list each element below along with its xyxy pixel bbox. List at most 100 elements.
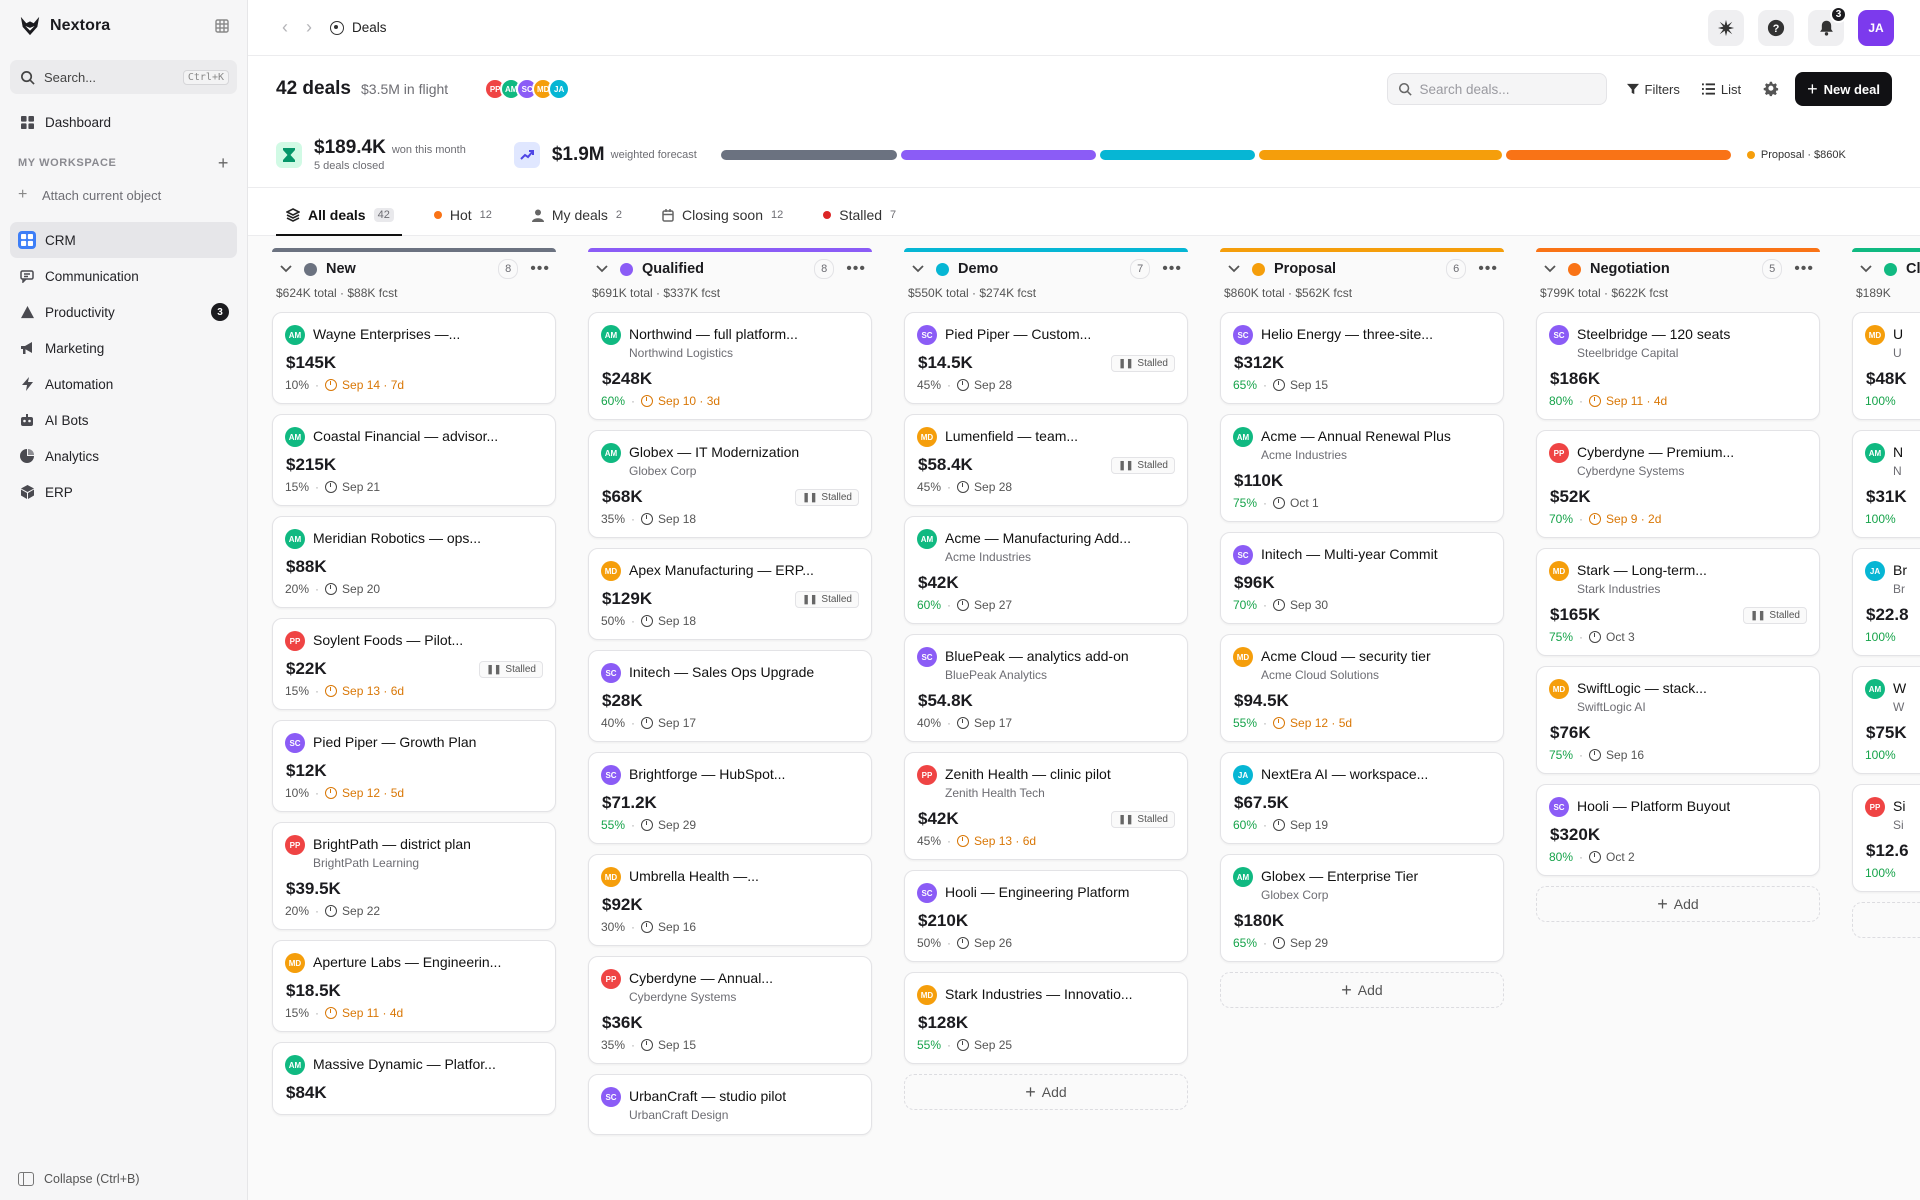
tab-closing-soon[interactable]: Closing soon 12 — [652, 195, 791, 235]
sidebar-item-crm[interactable]: CRM — [10, 222, 237, 258]
help-button[interactable]: ? — [1758, 9, 1794, 46]
chevron-down-icon[interactable] — [280, 265, 292, 273]
add-workspace-icon[interactable]: + — [218, 153, 229, 174]
tab-all-deals[interactable]: All deals 42 — [276, 195, 402, 236]
deal-card[interactable]: AM Meridian Robotics — ops... $88K 20% · Sep … — [272, 516, 556, 608]
more-icon[interactable]: ••• — [1162, 260, 1182, 278]
deal-amount: $129K — [602, 589, 653, 608]
deal-card[interactable]: SC Hooli — Platform Buyout $320K 80% · Oct 2 — [1536, 784, 1820, 876]
deal-card[interactable]: AM Wayne Enterprises —... $145K 10% · Sep 14 … — [272, 312, 556, 404]
tab-my-deals[interactable]: My deals 2 — [522, 195, 630, 235]
deal-card[interactable]: AM Massive Dynamic — Platfor... $84K — [272, 1042, 556, 1115]
deal-amount: $76K — [1550, 723, 1591, 742]
attach-current-object[interactable]: + Attach current object — [0, 180, 247, 210]
deal-card[interactable]: AM Coastal Financial — advisor... $215K 15%… — [272, 414, 556, 506]
apps-grid-icon[interactable] — [211, 15, 233, 37]
owner-avatar: AM — [1233, 427, 1253, 447]
deal-card[interactable]: MD SwiftLogic — stack... SwiftLogic AI $76K… — [1536, 666, 1820, 774]
deal-card[interactable]: MD Apex Manufacturing — ERP... $129K ❚❚ Stal… — [588, 548, 872, 640]
deal-card[interactable]: SC Pied Piper — Growth Plan $12K 10% · Sep 12… — [272, 720, 556, 812]
more-icon[interactable]: ••• — [530, 260, 550, 278]
deal-card[interactable]: PP BrightPath — district plan BrightPath L… — [272, 822, 556, 930]
pipeline-segment-new[interactable] — [720, 149, 897, 160]
add-deal-button[interactable]: + Add — [1536, 886, 1820, 922]
more-icon[interactable]: ••• — [846, 260, 866, 278]
chevron-down-icon[interactable] — [1860, 265, 1872, 273]
view-toggle-button[interactable]: List — [1701, 82, 1741, 97]
deal-card[interactable]: AM Globex — Enterprise Tier Globex Corp $18… — [1220, 854, 1504, 962]
amount-row: $320K — [1549, 825, 1807, 845]
filters-button[interactable]: Filters — [1626, 82, 1680, 97]
chevron-down-icon[interactable] — [1544, 265, 1556, 273]
notifications-button[interactable]: 3 — [1808, 5, 1847, 46]
add-deal-button[interactable]: + — [1852, 902, 1920, 938]
owner-avatar: SC — [917, 325, 937, 345]
deal-card[interactable]: PP Soylent Foods — Pilot... $22K ❚❚ Stalled 1… — [272, 618, 556, 710]
new-deal-button[interactable]: + New deal — [1795, 72, 1892, 106]
pipeline-bar[interactable] — [720, 149, 1731, 160]
deal-card[interactable]: PP Si Si $12.6 100% — [1852, 784, 1920, 892]
deal-card[interactable]: PP Cyberdyne — Annual... Cyberdyne Systems… — [588, 956, 872, 1064]
sidebar-item-marketing[interactable]: Marketing — [10, 330, 237, 366]
tab-hot[interactable]: Hot 12 — [424, 195, 500, 235]
more-icon[interactable]: ••• — [1478, 260, 1498, 278]
deal-card[interactable]: SC Steelbridge — 120 seats Steelbridge Cap… — [1536, 312, 1820, 420]
sidebar-item-ai-bots[interactable]: AI Bots — [10, 402, 237, 438]
team-avatars[interactable]: PP AM SC MD JA — [484, 78, 571, 100]
sidebar-item-dashboard[interactable]: Dashboard — [10, 104, 237, 140]
deal-card[interactable]: MD U U $48K 100% — [1852, 312, 1920, 420]
deal-card[interactable]: AM W W $75K 100% — [1852, 666, 1920, 774]
ai-sparkle-button[interactable] — [1708, 9, 1744, 46]
add-deal-button[interactable]: + Add — [904, 1074, 1188, 1110]
avatar[interactable]: JA — [548, 78, 571, 100]
deal-card[interactable]: MD Acme Cloud — security tier Acme Cloud S… — [1220, 634, 1504, 742]
deal-card[interactable]: MD Lumenfield — team... $58.4K ❚❚ Stalled 45%… — [904, 414, 1188, 506]
list-icon — [1701, 83, 1715, 95]
pipeline-segment-qualified[interactable] — [900, 149, 1096, 160]
deal-card[interactable]: AM Northwind — full platform... Northwind … — [588, 312, 872, 420]
add-deal-button[interactable]: + Add — [1220, 972, 1504, 1008]
more-icon[interactable]: ••• — [1794, 260, 1814, 278]
chevron-down-icon[interactable] — [1228, 265, 1240, 273]
deal-card[interactable]: MD Aperture Labs — Engineerin... $18.5K 15%… — [272, 940, 556, 1032]
gear-icon[interactable] — [1763, 81, 1779, 97]
deal-card[interactable]: AM Globex — IT Modernization Globex Corp $6… — [588, 430, 872, 538]
pipeline-segment-demo[interactable] — [1099, 149, 1255, 160]
deal-card[interactable]: SC Hooli — Engineering Platform $210K 50% · S… — [904, 870, 1188, 962]
deal-card[interactable]: MD Stark Industries — Innovatio... $128K 55… — [904, 972, 1188, 1064]
sidebar-item-productivity[interactable]: Productivity 3 — [10, 294, 237, 330]
forward-arrow-icon[interactable]: › — [306, 17, 312, 38]
user-avatar-button[interactable]: JA — [1858, 9, 1894, 46]
deal-card[interactable]: SC Initech — Multi-year Commit $96K 70% · Sep… — [1220, 532, 1504, 624]
sidebar-item-erp[interactable]: ERP — [10, 474, 237, 510]
deal-card[interactable]: MD Umbrella Health —... $92K 30% · Sep 16 — [588, 854, 872, 946]
chevron-down-icon[interactable] — [912, 265, 924, 273]
deal-card[interactable]: SC Brightforge — HubSpot... $71.2K 55% · Sep … — [588, 752, 872, 844]
deal-card[interactable]: JA NextEra AI — workspace... $67.5K 60% · Sep… — [1220, 752, 1504, 844]
deal-card[interactable]: SC UrbanCraft — studio pilot UrbanCraft De… — [588, 1074, 872, 1135]
sidebar-item-communication[interactable]: Communication — [10, 258, 237, 294]
breadcrumb[interactable]: Deals — [330, 20, 387, 35]
deal-card[interactable]: SC BluePeak — analytics add-on BluePeak An… — [904, 634, 1188, 742]
deal-card[interactable]: SC Initech — Sales Ops Upgrade $28K 40% · Sep… — [588, 650, 872, 742]
deal-card[interactable]: PP Cyberdyne — Premium... Cyberdyne System… — [1536, 430, 1820, 538]
clock-icon — [957, 717, 970, 729]
sidebar-item-automation[interactable]: Automation — [10, 366, 237, 402]
sidebar-item-analytics[interactable]: Analytics — [10, 438, 237, 474]
deal-card[interactable]: SC Helio Energy — three-site... $312K 65% · S… — [1220, 312, 1504, 404]
collapse-sidebar-button[interactable]: Collapse (Ctrl+B) — [18, 1172, 140, 1186]
deal-card[interactable]: MD Stark — Long-term... Stark Industries $1… — [1536, 548, 1820, 656]
pipeline-segment-negotiation[interactable] — [1505, 149, 1731, 160]
deal-search-input[interactable]: Search deals... — [1386, 73, 1607, 105]
back-arrow-icon[interactable]: ‹ — [282, 17, 288, 38]
deal-card[interactable]: AM Acme — Annual Renewal Plus Acme Industr… — [1220, 414, 1504, 522]
tab-stalled[interactable]: Stalled 7 — [813, 195, 904, 235]
chevron-down-icon[interactable] — [596, 265, 608, 273]
deal-card[interactable]: SC Pied Piper — Custom... $14.5K ❚❚ Stalled 4… — [904, 312, 1188, 404]
pipeline-segment-proposal[interactable] — [1258, 149, 1502, 160]
deal-card[interactable]: AM N N $31K 100% — [1852, 430, 1920, 538]
deal-card[interactable]: PP Zenith Health — clinic pilot Zenith Hea… — [904, 752, 1188, 860]
deal-card[interactable]: AM Acme — Manufacturing Add... Acme Indust… — [904, 516, 1188, 624]
deal-card[interactable]: JA Br Br $22.8 100% — [1852, 548, 1920, 656]
sidebar-search[interactable]: Search... Ctrl+K — [10, 60, 237, 94]
